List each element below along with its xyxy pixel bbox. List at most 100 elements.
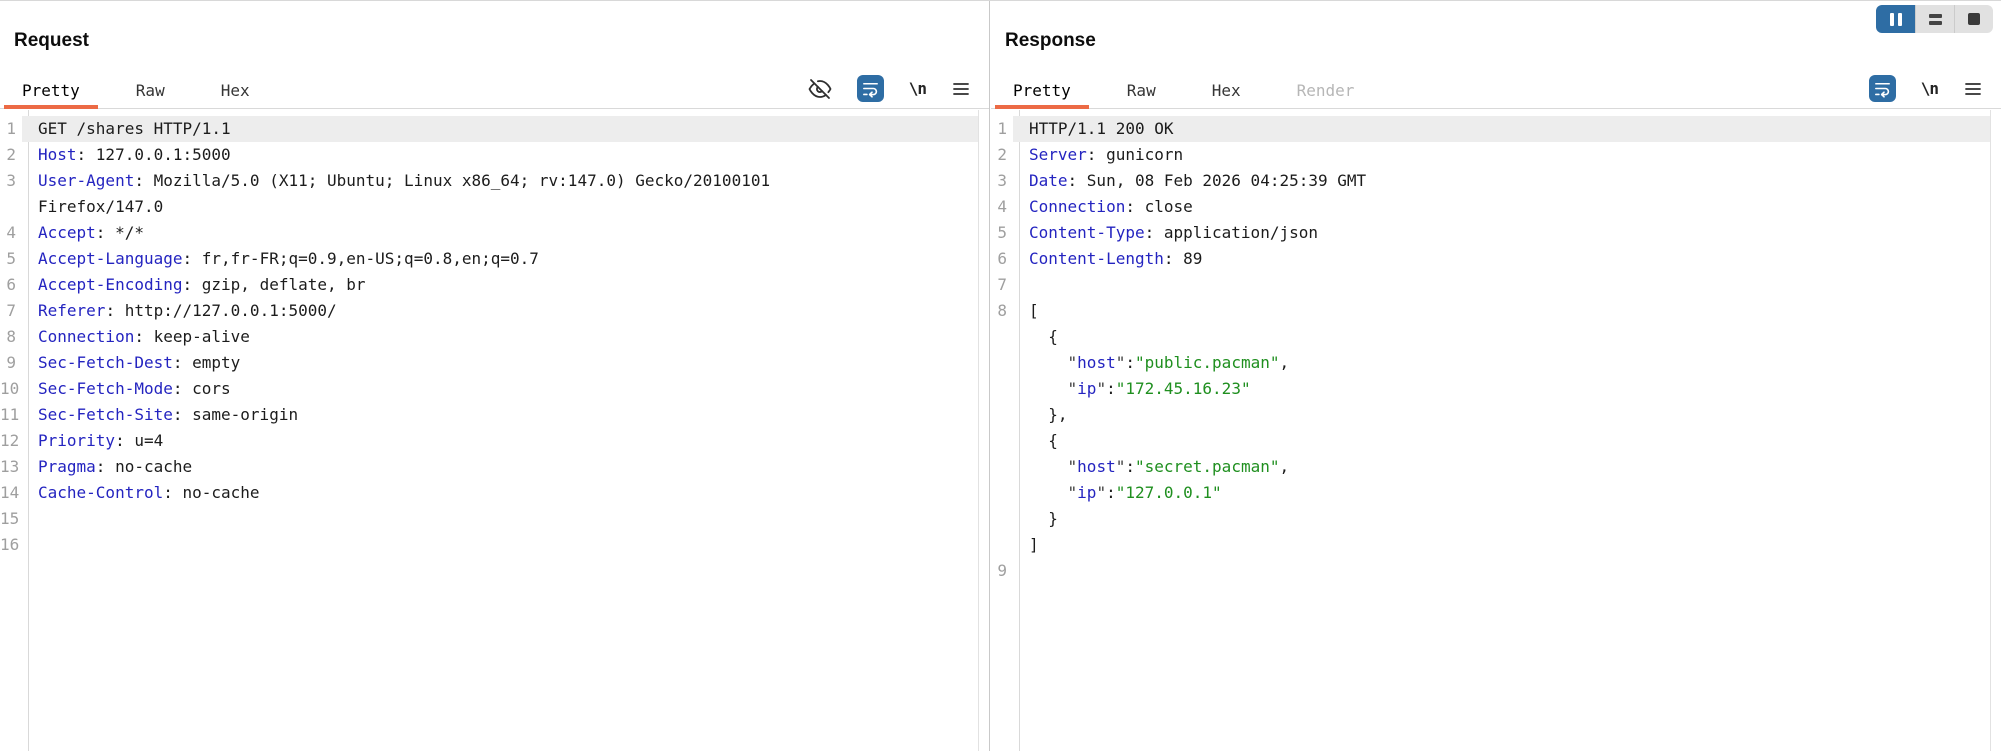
request-scrollbar-track[interactable] <box>978 110 979 751</box>
code-line: 6 Content-Length: 89 <box>991 246 1990 272</box>
response-editor[interactable]: 1 HTTP/1.1 200 OK 2 Server: gunicorn 3 Date: … <box>991 110 2001 751</box>
single-layout-icon <box>1968 13 1980 25</box>
tab-response-hex[interactable]: Hex <box>1194 72 1259 108</box>
line-number: 4 <box>6 223 16 242</box>
code-line: 1 HTTP/1.1 200 OK <box>991 116 1990 142</box>
line-number: 16 <box>0 535 20 554</box>
response-panel: Response Pretty Raw Hex Render \n 1 HTTP… <box>991 1 2001 751</box>
line-number <box>991 428 1013 454</box>
code-line: 4 Accept: */* <box>0 220 978 246</box>
line-number: 3 <box>6 171 16 190</box>
line-content: { <box>1029 327 1058 346</box>
line-number <box>991 376 1013 402</box>
code-line: "host":"secret.pacman", <box>991 454 1990 480</box>
response-panel-title: Response <box>1005 30 1096 51</box>
line-number: 3 <box>997 171 1007 190</box>
line-content: Content-Length: 89 <box>1029 249 1203 268</box>
word-wrap-icon <box>1873 79 1892 98</box>
line-content: Accept-Language: fr,fr-FR;q=0.9,en-US;q=… <box>38 249 539 268</box>
line-content: Server: gunicorn <box>1029 145 1184 164</box>
tab-request-hex[interactable]: Hex <box>203 72 268 108</box>
request-editor[interactable]: 1 GET /shares HTTP/1.1 2 Host: 127.0.0.1:50… <box>0 110 989 751</box>
rows-layout-icon <box>1928 13 1942 25</box>
line-content: Firefox/147.0 <box>38 197 164 216</box>
code-line: }, <box>991 402 1990 428</box>
line-number <box>991 480 1013 506</box>
line-number: 11 <box>0 405 20 424</box>
tab-label: Hex <box>1211 80 1241 100</box>
line-content <box>22 532 978 558</box>
line-number <box>0 194 22 220</box>
code-line: 2 Server: gunicorn <box>991 142 1990 168</box>
hide-content-button[interactable] <box>808 77 832 101</box>
tab-label: Raw <box>1126 80 1156 100</box>
line-content: User-Agent: Mozilla/5.0 (X11; Ubuntu; Li… <box>38 171 771 190</box>
http-message-viewer: Request Pretty Raw Hex \n 1 GET /shares … <box>0 0 2001 751</box>
word-wrap-button[interactable] <box>856 75 884 102</box>
code-line: 3 User-Agent: Mozilla/5.0 (X11; Ubuntu; L… <box>0 168 978 194</box>
line-content: }, <box>1029 405 1068 424</box>
line-number <box>991 506 1013 532</box>
line-number: 8 <box>997 301 1007 320</box>
code-line: 10 Sec-Fetch-Mode: cors <box>0 376 978 402</box>
code-line: 9 Sec-Fetch-Dest: empty <box>0 350 978 376</box>
code-line: { <box>991 324 1990 350</box>
code-line: 4 Connection: close <box>991 194 1990 220</box>
code-line: "ip":"127.0.0.1" <box>991 480 1990 506</box>
request-menu-button[interactable] <box>951 79 971 99</box>
response-menu-button[interactable] <box>1963 79 1983 99</box>
code-line: 5 Content-Type: application/json <box>991 220 1990 246</box>
rows-layout-button[interactable] <box>1915 5 1954 33</box>
code-line: ] <box>991 532 1990 558</box>
line-number <box>991 402 1013 428</box>
line-number: 7 <box>6 301 16 320</box>
newline-icon: \n <box>908 79 927 98</box>
show-newlines-button[interactable]: \n <box>908 79 927 98</box>
response-code-lines: 1 HTTP/1.1 200 OK 2 Server: gunicorn 3 Date: … <box>991 116 1990 584</box>
tab-request-raw[interactable]: Raw <box>118 72 183 108</box>
tab-request-pretty[interactable]: Pretty <box>4 72 98 109</box>
tab-label: Render <box>1296 80 1355 100</box>
request-panel-title: Request <box>14 30 89 51</box>
line-number: 8 <box>6 327 16 346</box>
code-line: "ip":"172.45.16.23" <box>991 376 1990 402</box>
code-line: Firefox/147.0 <box>0 194 978 220</box>
code-line: 12 Priority: u=4 <box>0 428 978 454</box>
line-content: Accept: */* <box>38 223 144 242</box>
line-number: 12 <box>0 431 20 450</box>
tab-label: Hex <box>220 80 250 100</box>
word-wrap-button[interactable] <box>1868 75 1896 102</box>
single-layout-button[interactable] <box>1954 5 1993 33</box>
line-content: HTTP/1.1 200 OK <box>1013 116 1990 142</box>
line-number <box>991 454 1013 480</box>
line-number: 4 <box>997 197 1007 216</box>
line-number: 7 <box>997 275 1007 294</box>
line-number <box>991 350 1013 376</box>
layout-view-toggle <box>1876 5 1993 33</box>
line-number <box>991 324 1013 350</box>
line-number: 9 <box>6 353 16 372</box>
tab-label: Pretty <box>1013 80 1071 100</box>
request-panel: Request Pretty Raw Hex \n 1 GET /shares … <box>0 1 990 751</box>
line-content: Referer: http://127.0.0.1:5000/ <box>38 301 337 320</box>
line-content: Sec-Fetch-Dest: empty <box>38 353 241 372</box>
code-line: 13 Pragma: no-cache <box>0 454 978 480</box>
line-content: GET /shares HTTP/1.1 <box>22 116 978 142</box>
response-scrollbar-track[interactable] <box>1990 110 1991 751</box>
columns-layout-button[interactable] <box>1876 5 1915 33</box>
line-number: 5 <box>997 223 1007 242</box>
show-newlines-button[interactable]: \n <box>1920 79 1939 98</box>
line-content: Sec-Fetch-Site: same-origin <box>38 405 299 424</box>
line-content: Connection: close <box>1029 197 1193 216</box>
tab-response-raw[interactable]: Raw <box>1109 72 1174 108</box>
newline-icon: \n <box>1920 79 1939 98</box>
code-line: 14 Cache-Control: no-cache <box>0 480 978 506</box>
line-content: Host: 127.0.0.1:5000 <box>38 145 231 164</box>
line-content: Cache-Control: no-cache <box>38 483 260 502</box>
line-content: Pragma: no-cache <box>38 457 193 476</box>
code-line: 7 <box>991 272 1990 298</box>
code-line: 2 Host: 127.0.0.1:5000 <box>0 142 978 168</box>
tab-response-render: Render <box>1279 72 1373 108</box>
response-tabbar: Pretty Raw Hex Render <box>995 72 1392 109</box>
tab-response-pretty[interactable]: Pretty <box>995 72 1089 109</box>
